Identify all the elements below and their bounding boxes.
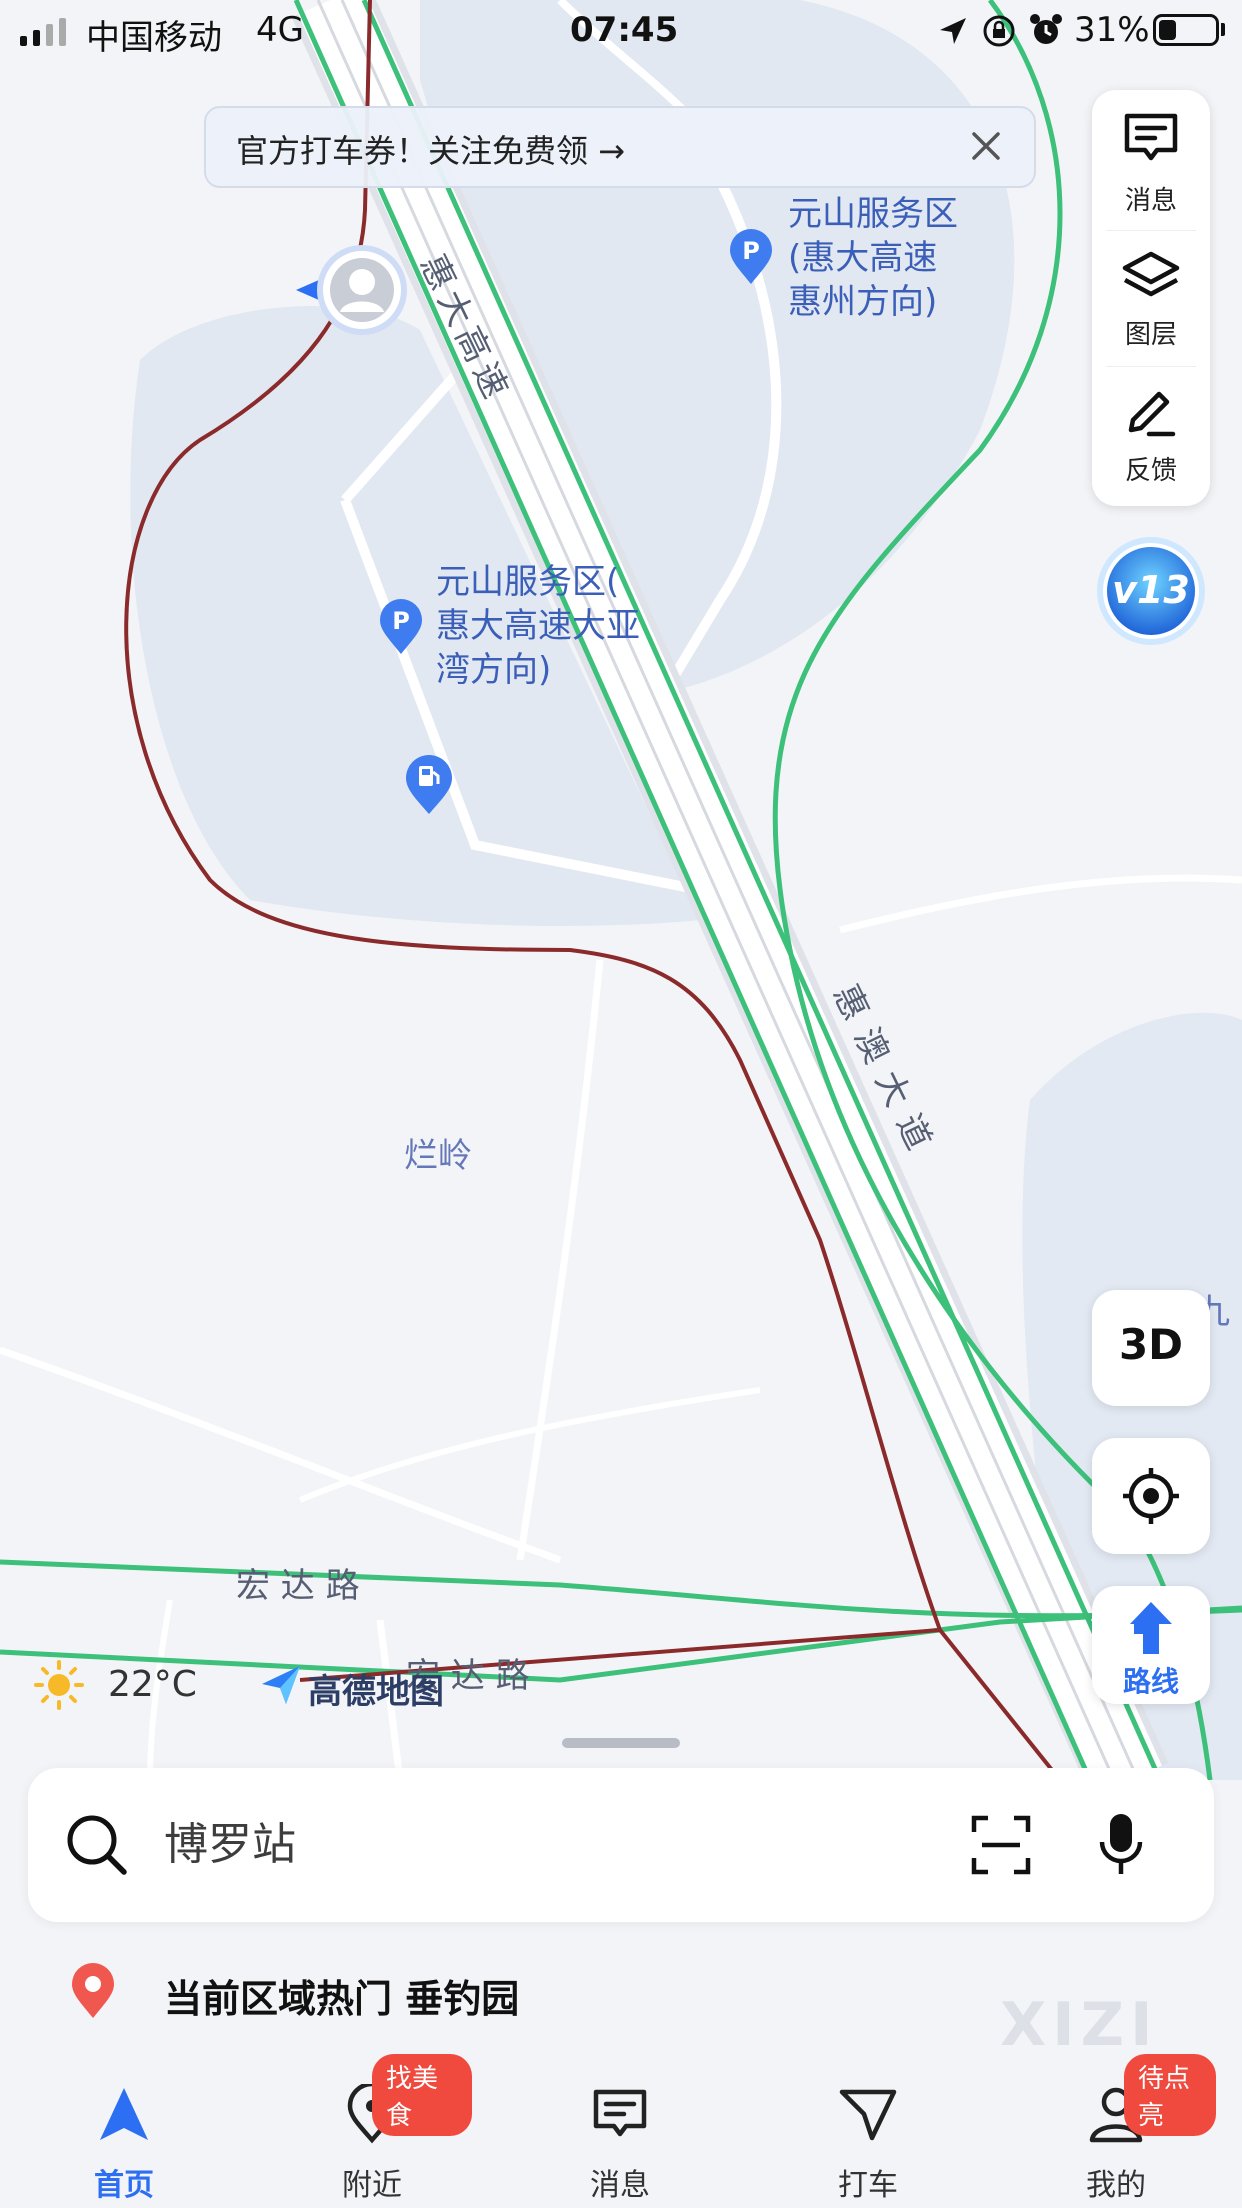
feedback-tool-label: 反馈	[1124, 456, 1177, 486]
battery-icon	[1153, 14, 1219, 46]
tab-profile[interactable]: 我的 待点亮	[1016, 2054, 1216, 2208]
3d-view-button[interactable]: 3D	[1092, 1290, 1210, 1406]
search-icon	[67, 1815, 127, 1875]
location-arrow-icon	[940, 18, 966, 44]
battery-tip	[1221, 23, 1225, 36]
poi-label-service-area-2[interactable]: 元山服务区( 惠大高速大亚 湾方向)	[436, 560, 640, 692]
carrier-name: 中国移动	[86, 18, 222, 58]
poi-2-line-3: 湾方向)	[436, 650, 552, 690]
svg-text:P: P	[742, 237, 760, 265]
route-button[interactable]: 路线	[1092, 1586, 1210, 1704]
layers-tool-button[interactable]: 图层	[1092, 230, 1210, 366]
promo-banner[interactable]: 官方打车券！关注免费领 →	[204, 106, 1036, 188]
tab-taxi-label: 打车	[838, 2168, 898, 2203]
badge-text: v13	[1112, 568, 1190, 612]
amap-logo-icon	[262, 1666, 300, 1704]
messages-tool-button[interactable]: 消息	[1092, 90, 1210, 226]
level-badge[interactable]: v13	[1094, 534, 1208, 648]
tab-profile-badge: 待点亮	[1124, 2054, 1216, 2136]
locate-me-button[interactable]	[1092, 1438, 1210, 1554]
orientation-lock-icon	[983, 15, 1015, 47]
cellular-signal-icon	[20, 18, 72, 46]
messages-tool-label: 消息	[1124, 186, 1177, 216]
poi-label-service-area-1[interactable]: 元山服务区 (惠大高速 惠州方向)	[788, 192, 958, 324]
map-tools-panel: 消息 图层 反馈	[1092, 90, 1210, 506]
poi-1-line-2: (惠大高速	[788, 238, 938, 278]
status-time: 07:45	[570, 10, 679, 50]
weather-temperature: 22°C	[108, 1664, 197, 1705]
locate-crosshair-icon	[1123, 1468, 1179, 1524]
tab-messages[interactable]: 消息	[520, 2060, 720, 2208]
feedback-tool-button[interactable]: 反馈	[1092, 366, 1210, 502]
watermark: XIZI	[1000, 1990, 1159, 2060]
tab-bar: 首页 附近 找美食 消息 打车 我的 待点亮	[0, 2054, 1242, 2208]
map-view[interactable]: P 元山服务区 (惠大高速 惠州方向) P 元山服务区( 惠大高速大亚 湾方向)…	[0, 0, 1242, 1780]
place-label-lanling: 烂岭	[404, 1136, 472, 1176]
hot-spot-text: 当前区域热门 垂钓园	[164, 1977, 520, 2021]
current-location-marker[interactable]	[292, 242, 408, 338]
3d-view-label: 3D	[1118, 1320, 1184, 1369]
promo-banner-text[interactable]: 官方打车券！关注免费领 →	[236, 126, 625, 172]
map-canvas[interactable]	[0, 0, 1242, 1780]
message-icon	[593, 2089, 647, 2137]
tab-home[interactable]: 首页	[24, 2060, 224, 2208]
tab-nearby-label: 附近	[342, 2168, 402, 2203]
tab-taxi[interactable]: 打车	[768, 2060, 968, 2208]
navigation-arrow-icon	[100, 2088, 148, 2140]
road-label-hongda-1: 宏 达 路	[236, 1566, 360, 1606]
status-bar: 中国移动 4G 07:45 31%	[0, 0, 1242, 64]
sun-icon	[34, 1660, 84, 1710]
layers-icon	[1122, 251, 1180, 297]
gas-station-poi-icon[interactable]	[404, 754, 454, 816]
route-label: 路线	[1122, 1665, 1179, 1698]
search-bar[interactable]	[28, 1768, 1214, 1922]
alarm-icon	[1030, 14, 1062, 44]
tab-profile-label: 我的	[1086, 2168, 1146, 2203]
network-type: 4G	[256, 10, 304, 50]
tab-messages-label: 消息	[590, 2168, 650, 2203]
tab-nearby-badge: 找美食	[372, 2054, 472, 2136]
battery-percentage: 31%	[1074, 10, 1150, 50]
poi-1-line-3: 惠州方向)	[788, 282, 938, 322]
scan-icon[interactable]	[970, 1814, 1032, 1876]
taxi-icon	[839, 2089, 897, 2141]
svg-text:P: P	[392, 607, 410, 635]
route-arrow-icon	[1130, 1602, 1172, 1654]
poi-2-line-1: 元山服务区(	[436, 562, 620, 602]
microphone-icon[interactable]	[1096, 1810, 1146, 1880]
layers-tool-label: 图层	[1124, 320, 1177, 350]
sheet-grabber-handle[interactable]	[562, 1738, 680, 1748]
tab-nearby[interactable]: 附近 找美食	[272, 2054, 472, 2208]
parking-poi-icon[interactable]: P	[378, 598, 424, 656]
close-icon[interactable]	[962, 122, 1010, 170]
poi-2-line-2: 惠大高速大亚	[436, 606, 640, 646]
parking-poi-icon[interactable]: P	[728, 228, 774, 286]
poi-1-line-1: 元山服务区	[788, 194, 958, 234]
feedback-edit-icon	[1128, 391, 1176, 437]
amap-brand-text: 高德地图	[308, 1672, 444, 1712]
message-icon	[1124, 113, 1178, 161]
location-pin-icon	[72, 1963, 114, 2018]
tab-home-label: 首页	[94, 2168, 154, 2203]
direction-arrow-icon	[296, 245, 407, 335]
search-input[interactable]	[162, 1808, 866, 1880]
